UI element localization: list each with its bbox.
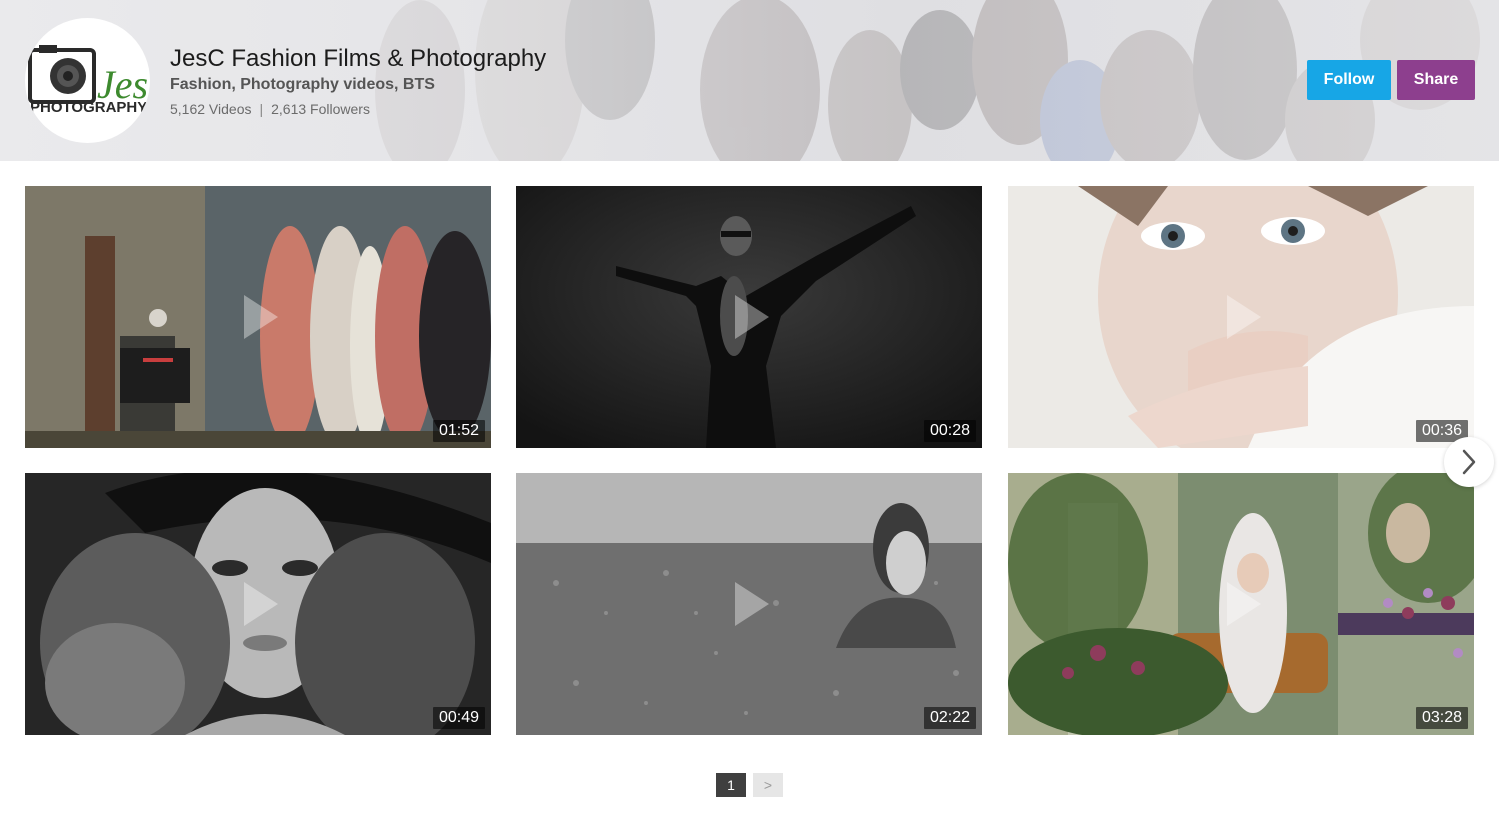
video-card[interactable]: 00:28 <box>516 186 982 448</box>
svg-text:PHOTOGRAPHY: PHOTOGRAPHY <box>30 99 147 116</box>
channel-logo: JesC PHOTOGRAPHY <box>28 45 150 116</box>
channel-name[interactable]: JesC Fashion Films & Photography <box>170 44 546 74</box>
videos-count[interactable]: 5,162 Videos <box>170 101 251 117</box>
play-icon <box>735 295 769 339</box>
play-icon <box>244 582 278 626</box>
channel-avatar[interactable]: JesC PHOTOGRAPHY <box>25 18 150 143</box>
channel-banner: JesC PHOTOGRAPHY JesC Fashion Films & Ph… <box>0 0 1499 161</box>
play-icon <box>1227 295 1261 339</box>
carousel-next-button[interactable] <box>1444 437 1494 487</box>
video-duration: 02:22 <box>923 707 976 729</box>
video-card[interactable]: 03:28 <box>1008 473 1474 735</box>
video-card[interactable]: 00:49 <box>25 473 491 735</box>
play-icon <box>735 582 769 626</box>
video-duration: 00:49 <box>432 707 485 729</box>
pagination-next-button[interactable]: > <box>753 773 783 797</box>
video-duration: 01:52 <box>432 420 485 442</box>
share-button[interactable]: Share <box>1397 60 1475 100</box>
follow-button[interactable]: Follow <box>1307 60 1391 100</box>
channel-info: JesC Fashion Films & Photography Fashion… <box>170 44 546 119</box>
video-card[interactable]: 00:36 <box>1008 186 1474 448</box>
video-card[interactable]: 01:52 <box>25 186 491 448</box>
channel-stats: 5,162 Videos | 2,613 Followers <box>170 99 546 119</box>
video-duration: 00:28 <box>923 420 976 442</box>
video-duration: 03:28 <box>1415 707 1468 729</box>
play-icon <box>244 295 278 339</box>
chevron-right-icon <box>1462 449 1476 475</box>
stats-separator: | <box>259 101 264 117</box>
channel-tags: Fashion, Photography videos, BTS <box>170 76 435 93</box>
followers-count: 2,613 Followers <box>271 101 370 117</box>
video-card[interactable]: 02:22 <box>516 473 982 735</box>
play-icon <box>1227 582 1261 626</box>
pagination-current-page[interactable]: 1 <box>716 773 746 797</box>
